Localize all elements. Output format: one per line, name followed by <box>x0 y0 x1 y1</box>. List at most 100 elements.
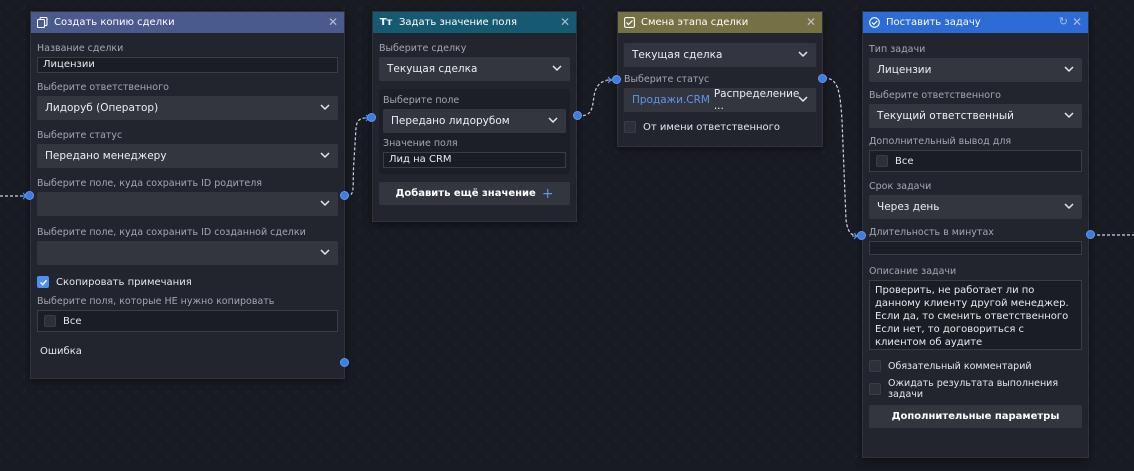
wait-result-row[interactable]: Ожидать результата выполнения задачи <box>869 378 1082 400</box>
close-icon[interactable]: ✕ <box>328 15 338 29</box>
exclude-fields-label: Выберите поля, которые НЕ нужно копирова… <box>37 296 275 307</box>
stage-icon <box>624 17 635 28</box>
chevron-down-icon <box>1064 112 1074 119</box>
refresh-icon[interactable]: ↻ <box>1059 15 1068 29</box>
node-title: Создать копию сделки <box>54 17 175 28</box>
task-type-label: Тип задачи <box>869 44 926 55</box>
chevron-down-icon <box>552 65 562 72</box>
node-title: Смена этапа сделки <box>641 17 749 28</box>
close-icon[interactable]: ✕ <box>560 15 570 29</box>
node-set-field-value[interactable]: Tт Задать значение поля ✕ Выберите сделк… <box>372 11 577 222</box>
status-pipeline: Продажи.CRM <box>632 94 710 106</box>
deal-value: Текущая сделка <box>387 63 478 75</box>
close-icon[interactable]: ✕ <box>806 15 816 29</box>
field-value: Передано лидорубом <box>391 115 510 127</box>
status-value: Передано менеджеру <box>45 150 167 162</box>
responsible-label: Выберите ответственного <box>37 82 169 93</box>
due-value: Через день <box>877 201 940 213</box>
field-select[interactable]: Передано лидорубом <box>383 109 566 133</box>
field-group: Выберите поле Передано лидорубом Значени… <box>379 89 570 174</box>
mandatory-comment-row[interactable]: Обязательный комментарий <box>869 359 1082 373</box>
on-behalf-checkbox[interactable] <box>624 121 636 133</box>
due-label: Срок задачи <box>869 181 932 192</box>
text-field-icon: Tт <box>379 17 393 28</box>
error-label: Ошибка <box>40 346 82 357</box>
deal-value: Текущая сделка <box>632 49 723 61</box>
add-value-button[interactable]: Добавить ещё значение + <box>379 182 570 205</box>
chevron-down-icon <box>320 200 330 207</box>
field-label: Выберите поле <box>383 95 460 106</box>
copy-notes-label: Скопировать примечания <box>56 276 192 288</box>
extra-output-all-checkbox[interactable] <box>876 155 888 167</box>
extra-output-all-label: Все <box>895 155 914 167</box>
chevron-down-icon <box>320 249 330 256</box>
node4-input-port[interactable] <box>857 231 866 240</box>
node-create-task[interactable]: Поставить задачу ↻ ✕ Тип задачи Лицензии… <box>862 11 1089 458</box>
status-select[interactable]: Передано менеджеру <box>37 144 338 168</box>
parent-id-label: Выберите поле, куда сохранить ID родител… <box>37 178 263 189</box>
responsible-value: Лидоруб (Оператор) <box>45 102 159 114</box>
field-value-input[interactable]: Лид на CRM <box>383 152 566 168</box>
deal-name-label: Название сделки <box>37 43 124 54</box>
node1-input-port[interactable] <box>25 191 34 200</box>
copy-notes-checkbox[interactable] <box>37 276 49 288</box>
created-id-select[interactable] <box>37 241 338 265</box>
node-header[interactable]: Создать копию сделки ✕ <box>31 12 344 33</box>
deal-select[interactable]: Текущая сделка <box>624 43 816 67</box>
extra-params-button[interactable]: Дополнительные параметры <box>869 405 1082 428</box>
parent-id-select[interactable] <box>37 192 338 216</box>
chevron-down-icon <box>798 51 808 58</box>
status-select[interactable]: Продажи.CRM Распределение ... <box>624 88 816 112</box>
deal-label: Выберите сделку <box>379 43 467 54</box>
extra-output-label: Дополнительный вывод для <box>869 136 1012 147</box>
status-label: Выберите статус <box>624 74 710 85</box>
task-type-value: Лицензии <box>877 64 932 76</box>
field-value-label: Значение поля <box>383 138 458 149</box>
mandatory-comment-label: Обязательный комментарий <box>888 360 1032 372</box>
status-stage: Распределение ... <box>713 88 800 112</box>
due-select[interactable]: Через день <box>869 195 1082 219</box>
on-behalf-row[interactable]: От имени ответственного <box>624 120 816 134</box>
node3-output-port[interactable] <box>818 74 827 83</box>
chevron-down-icon <box>320 152 330 159</box>
duration-input[interactable] <box>869 241 1082 255</box>
node2-output-port[interactable] <box>573 111 582 120</box>
node2-input-port[interactable] <box>367 113 376 122</box>
responsible-select[interactable]: Лидоруб (Оператор) <box>37 96 338 120</box>
extra-output-box[interactable]: Все <box>869 150 1082 172</box>
duration-label: Длительность в минутах <box>869 227 994 238</box>
node4-output-port[interactable] <box>1086 230 1095 239</box>
copy-icon <box>37 17 48 28</box>
exclude-all-checkbox[interactable] <box>44 315 56 327</box>
responsible-value: Текущий ответственный <box>877 110 1014 122</box>
exclude-fields-box[interactable]: Все <box>37 310 338 332</box>
node-header[interactable]: Поставить задачу ↻ ✕ <box>863 12 1088 33</box>
chevron-down-icon <box>548 117 558 124</box>
error-output-row: Ошибка <box>37 346 338 357</box>
exclude-all-label: Все <box>63 315 82 327</box>
responsible-select[interactable]: Текущий ответственный <box>869 104 1082 128</box>
task-icon <box>869 17 880 28</box>
node-header[interactable]: Tт Задать значение поля ✕ <box>373 12 576 33</box>
chevron-down-icon <box>320 104 330 111</box>
node-header[interactable]: Смена этапа сделки ✕ <box>618 12 822 33</box>
on-behalf-label: От имени ответственного <box>643 121 781 133</box>
node1-output-port[interactable] <box>340 191 349 200</box>
node-title: Поставить задачу <box>886 17 981 28</box>
node3-input-port[interactable] <box>612 75 621 84</box>
node-change-deal-stage[interactable]: Смена этапа сделки ✕ Текущая сделка Выбе… <box>617 11 823 147</box>
chevron-down-icon <box>798 96 808 103</box>
deal-name-input[interactable]: Лицензии <box>37 57 338 73</box>
node1-error-port[interactable] <box>340 358 349 367</box>
close-icon[interactable]: ✕ <box>1072 15 1082 29</box>
node-create-deal-copy[interactable]: Создать копию сделки ✕ Название сделки Л… <box>30 11 345 379</box>
task-type-select[interactable]: Лицензии <box>869 58 1082 82</box>
plus-icon: + <box>541 185 554 202</box>
chevron-down-icon <box>1064 66 1074 73</box>
deal-select[interactable]: Текущая сделка <box>379 57 570 81</box>
copy-notes-row[interactable]: Скопировать примечания <box>37 275 338 289</box>
description-textarea[interactable]: Проверить, не работает ли по данному кли… <box>869 280 1082 350</box>
wait-result-checkbox[interactable] <box>869 383 881 395</box>
chevron-down-icon <box>1064 203 1074 210</box>
mandatory-comment-checkbox[interactable] <box>869 360 881 372</box>
